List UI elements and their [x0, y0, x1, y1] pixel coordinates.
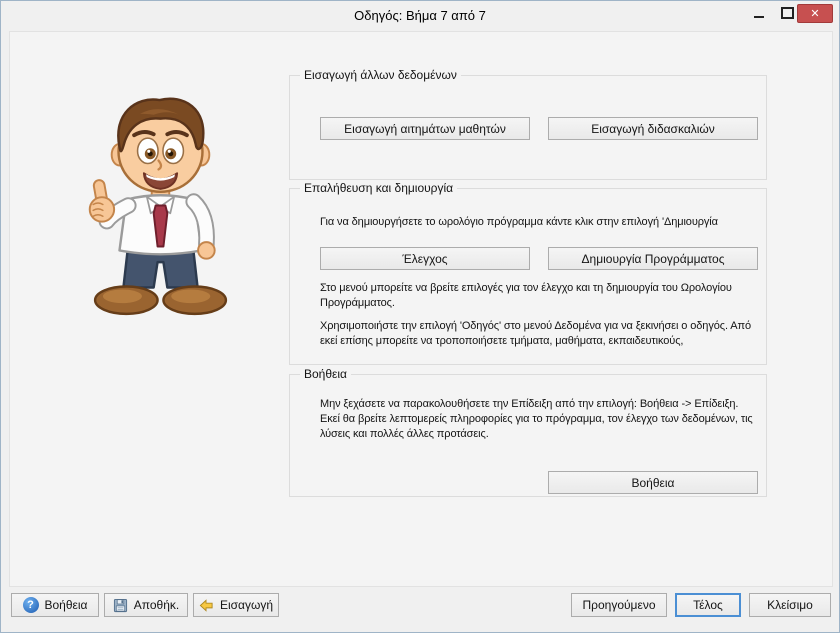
mascot-illustration	[58, 90, 263, 320]
footer-help-button[interactable]: ? Βοήθεια	[11, 593, 99, 617]
minimize-icon	[754, 16, 764, 18]
import-student-requests-button[interactable]: Εισαγωγή αιτημάτων μαθητών	[320, 117, 530, 140]
previous-button[interactable]: Προηγούμενο	[571, 593, 667, 617]
window-title: Οδηγός: Βήμα 7 από 7	[1, 1, 839, 30]
titlebar[interactable]: Οδηγός: Βήμα 7 από 7 ✕	[1, 1, 839, 31]
group-import-title: Εισαγωγή άλλων δεδομένων	[300, 68, 461, 82]
group-verify-title: Επαλήθευση και δημιουργία	[300, 181, 457, 195]
generate-timetable-button[interactable]: Δημιουργία Προγράμματος	[548, 247, 758, 270]
help-group-button[interactable]: Βοήθεια	[548, 471, 758, 494]
group-help-title: Βοήθεια	[300, 367, 351, 381]
finish-button[interactable]: Τέλος	[675, 593, 741, 617]
verify-note-menu: Στο μενού μπορείτε να βρείτε επιλογές γι…	[320, 281, 760, 311]
verify-note-wizard: Χρησιμοποιήστε την επιλογή 'Οδηγός' στο …	[320, 319, 760, 349]
help-icon: ?	[23, 597, 39, 613]
save-icon	[113, 598, 128, 613]
minimize-button[interactable]	[745, 1, 773, 25]
wizard-window: Οδηγός: Βήμα 7 από 7 ✕	[0, 0, 840, 633]
maximize-icon	[781, 7, 794, 19]
group-import-data: Εισαγωγή άλλων δεδομένων Εισαγωγή αιτημά…	[289, 75, 767, 180]
footer-help-label: Βοήθεια	[45, 598, 88, 612]
group-verify-generate: Επαλήθευση και δημιουργία Για να δημιουρ…	[289, 188, 767, 365]
help-note-text: Μην ξεχάσετε να παρακολουθήσετε την Επίδ…	[320, 397, 760, 442]
group-help: Βοήθεια Μην ξεχάσετε να παρακολουθήσετε …	[289, 374, 767, 497]
import-lessons-button[interactable]: Εισαγωγή διδασκαλιών	[548, 117, 758, 140]
footer-close-button[interactable]: Κλείσιμο	[749, 593, 831, 617]
import-arrow-icon	[199, 598, 214, 613]
close-button[interactable]: ✕	[797, 4, 833, 23]
verify-intro-text: Για να δημιουργήσετε το ωρολόγιο πρόγραμ…	[320, 215, 718, 230]
content-panel: Εισαγωγή άλλων δεδομένων Εισαγωγή αιτημά…	[9, 31, 833, 587]
footer-save-button[interactable]: Αποθήκ.	[104, 593, 188, 617]
close-icon: ✕	[810, 7, 819, 20]
check-button[interactable]: Έλεγχος	[320, 247, 530, 270]
footer-import-button[interactable]: Εισαγωγή	[193, 593, 279, 617]
footer-import-label: Εισαγωγή	[220, 598, 273, 612]
footer-save-label: Αποθήκ.	[134, 598, 179, 612]
